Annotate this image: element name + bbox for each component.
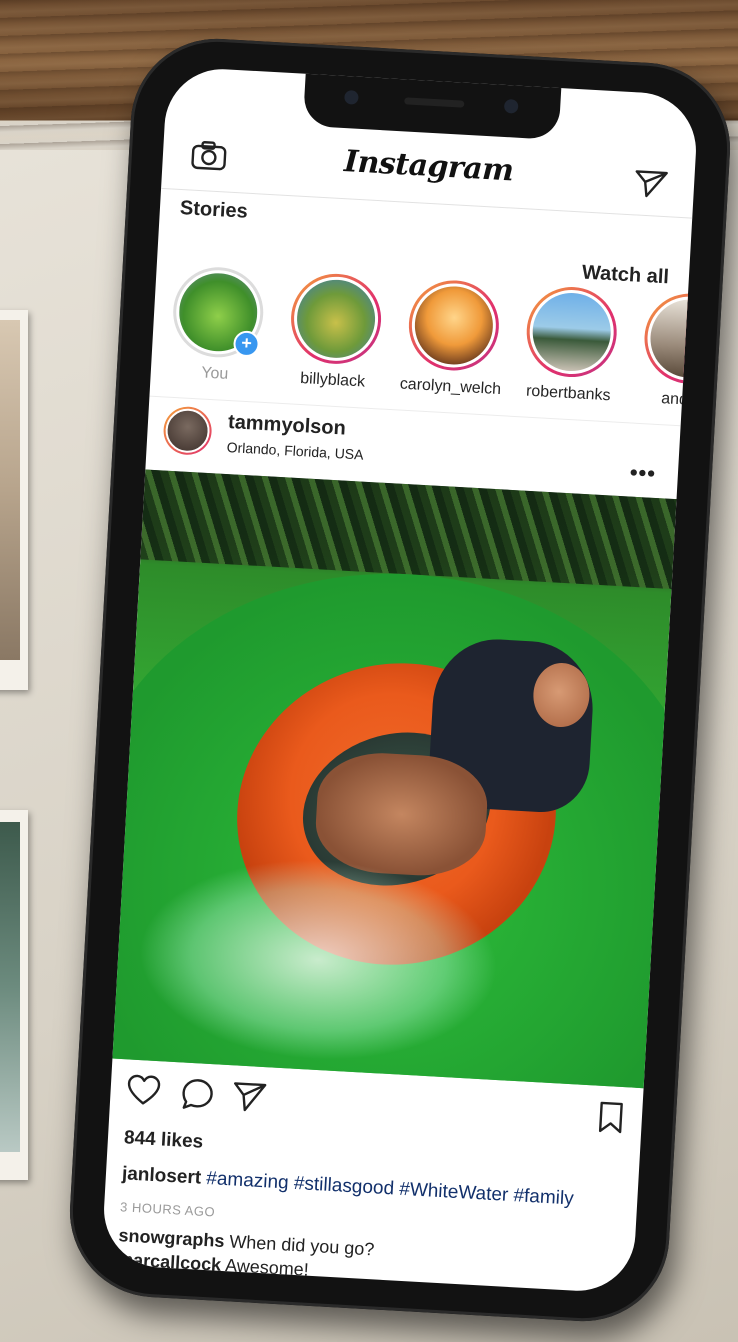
caption-hashtags[interactable]: #amazing #stillasgood #WhiteWater #famil… (206, 1168, 574, 1210)
post-image[interactable] (112, 469, 677, 1089)
phone-screen: Instagram Stories Watch all + You billyb… (100, 66, 700, 1294)
background-photo-print (0, 310, 28, 690)
story-label: billyblack (299, 369, 366, 391)
add-story-icon[interactable]: + (232, 330, 261, 358)
story-label: andrea (660, 390, 700, 410)
comment-username[interactable]: marcallcock (117, 1249, 222, 1275)
more-options-icon[interactable]: ••• (629, 460, 656, 487)
paper-plane-icon[interactable] (633, 168, 669, 200)
story-andrea[interactable]: andrea (632, 291, 700, 413)
story-ring: + (170, 264, 266, 360)
story-avatar (291, 274, 381, 364)
paper-plane-icon[interactable] (232, 1079, 268, 1115)
comment-text: Awesome! (224, 1255, 310, 1280)
comment-username[interactable]: frmansananda (115, 1273, 239, 1294)
story-label: carolyn_welch (399, 375, 502, 399)
story-you[interactable]: + You (160, 264, 274, 386)
phone-frame: Instagram Stories Watch all + You billyb… (65, 34, 735, 1326)
comment-username[interactable]: snowgraphs (118, 1225, 225, 1251)
caption-username[interactable]: janlosert (121, 1163, 201, 1188)
post-timestamp: 3 HOURS AGO (119, 1199, 216, 1220)
likes-count[interactable]: 844 likes (123, 1127, 203, 1153)
stories-tray: + You billyblack carolyn_welch robertban… (160, 264, 700, 415)
story-ring (524, 284, 620, 380)
story-ring (642, 291, 700, 387)
story-label: You (200, 364, 229, 383)
story-label: robertbanks (525, 382, 611, 405)
comment-bubble-icon[interactable] (180, 1076, 216, 1112)
background-photo-print (0, 810, 28, 1180)
comment-text: When did you go? (228, 1231, 375, 1260)
story-robertbanks[interactable]: robertbanks (514, 284, 628, 406)
story-ring (288, 271, 384, 367)
post-author-avatar[interactable] (162, 405, 213, 457)
comment-text: Cool mate (243, 1280, 327, 1294)
post-location[interactable]: Orlando, Florida, USA (226, 439, 364, 463)
story-avatar (645, 294, 700, 383)
story-billyblack[interactable]: billyblack (278, 271, 392, 393)
heart-icon[interactable] (126, 1073, 162, 1109)
bookmark-icon[interactable] (593, 1100, 629, 1136)
story-carolyn-welch[interactable]: carolyn_welch (396, 278, 510, 400)
comment-item: frmansananda Cool mate (115, 1273, 326, 1294)
phone-notch (302, 71, 562, 140)
watch-all-link[interactable]: Watch all (581, 262, 669, 290)
story-ring (406, 278, 502, 373)
story-avatar (527, 287, 616, 377)
post-username[interactable]: tammyolson (227, 411, 347, 441)
app-logo: Instagram (343, 144, 515, 189)
story-avatar (409, 281, 499, 370)
